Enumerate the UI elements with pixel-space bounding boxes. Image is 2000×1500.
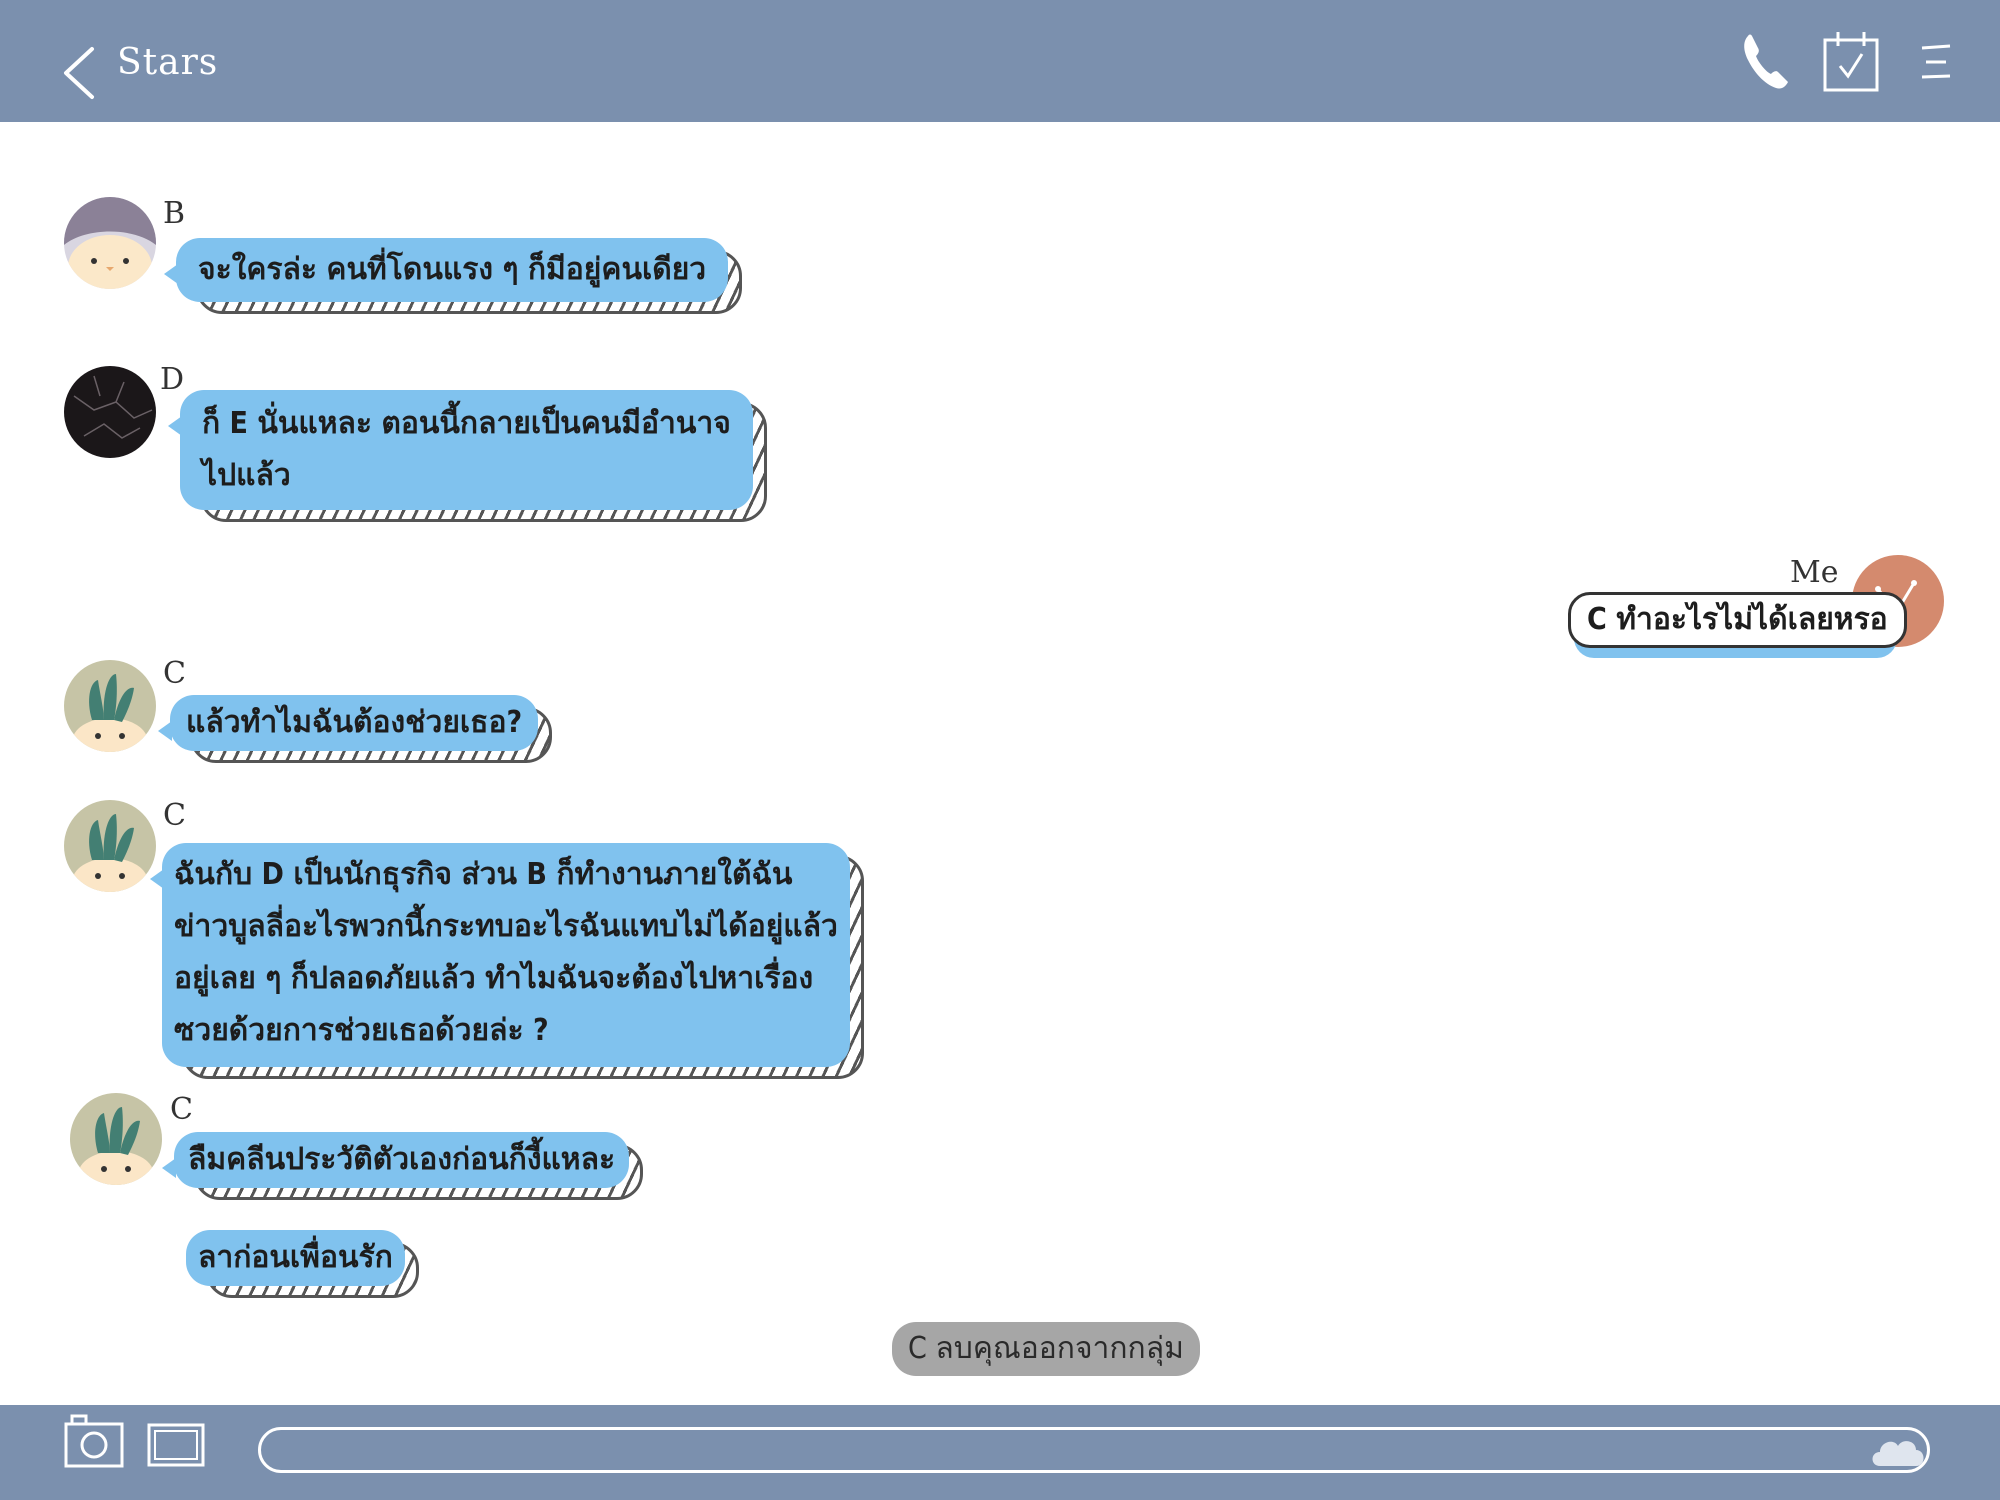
- message-text: จะใครล่ะ คนที่โดนแรง ๆ ก็มีอยู่คนเดียว: [163, 238, 729, 302]
- avatar-c[interactable]: [64, 660, 156, 752]
- message-text: แล้วทำไมฉันต้องช่วยเธอ?: [157, 695, 539, 751]
- avatar-c[interactable]: [64, 800, 156, 892]
- message-bubble[interactable]: จะใครล่ะ คนที่โดนแรง ๆ ก็มีอยู่คนเดียว: [163, 238, 743, 314]
- calendar-check-icon[interactable]: [1822, 28, 1880, 94]
- camera-icon[interactable]: [62, 1412, 126, 1470]
- chat-title: Stars: [117, 42, 219, 83]
- message-line: ก็ E นั่นแหละ ตอนนี้กลายเป็นคนมีอำนาจ: [202, 406, 731, 441]
- sprout-avatar-icon: [70, 1093, 162, 1185]
- sender-name: C: [170, 1092, 193, 1127]
- phone-icon[interactable]: [1740, 30, 1792, 92]
- message-line: ซวยด้วยการช่วยเธอด้วยล่ะ ?: [174, 1013, 549, 1048]
- sender-name: Me: [1790, 555, 1839, 590]
- message-bubble[interactable]: แล้วทำไมฉันต้องช่วยเธอ?: [157, 695, 553, 763]
- avatar-c[interactable]: [70, 1093, 162, 1185]
- system-notice: C ลบคุณออกจากกลุ่ม: [892, 1322, 1200, 1376]
- avatar-d[interactable]: [64, 366, 156, 458]
- message-line: C ทำอะไรไม่ได้เลยหรอ: [1587, 602, 1888, 637]
- message-text: C ทำอะไรไม่ได้เลยหรอ: [1568, 592, 1907, 648]
- message-line: ลืมคลีนประวัติตัวเองก่อนก็งี้แหละ: [188, 1142, 616, 1177]
- message-bubble-me[interactable]: C ทำอะไรไม่ได้เลยหรอ: [1568, 592, 1907, 658]
- message-text: ลืมคลีนประวัติตัวเองก่อนก็งี้แหละ: [161, 1132, 630, 1188]
- chevron-left-icon[interactable]: [60, 45, 100, 101]
- cloud-icon[interactable]: [1868, 1434, 1926, 1468]
- message-line: ลาก่อนเพื่อนรัก: [198, 1240, 393, 1275]
- message-bubble[interactable]: ก็ E นั่นแหละ ตอนนี้กลายเป็นคนมีอำนาจ ไป…: [168, 390, 767, 522]
- message-line: แล้วทำไมฉันต้องช่วยเธอ?: [186, 705, 523, 740]
- message-line: ฉันกับ D เป็นนักธุรกิจ ส่วน B ก็ทำงานภาย…: [174, 857, 793, 892]
- message-line: ไปแล้ว: [202, 458, 291, 493]
- image-icon[interactable]: [146, 1422, 206, 1468]
- avatar-b[interactable]: [64, 197, 156, 289]
- message-text: ลาก่อนเพื่อนรัก: [186, 1230, 405, 1286]
- message-line: อยู่เลย ๆ ก็ปลอดภัยแล้ว ทำไมฉันจะต้องไปห…: [174, 961, 814, 996]
- owl-avatar-icon: [64, 197, 156, 289]
- sender-name: C: [163, 798, 186, 833]
- hamburger-menu-icon[interactable]: [1918, 42, 1954, 82]
- message-bubble[interactable]: ฉันกับ D เป็นนักธุรกิจ ส่วน B ก็ทำงานภาย…: [150, 843, 864, 1079]
- sender-name: B: [163, 196, 186, 231]
- sprout-avatar-icon: [64, 660, 156, 752]
- message-bubble[interactable]: ลาก่อนเพื่อนรัก: [186, 1230, 419, 1298]
- message-line: ข่าวบูลลี่อะไรพวกนี้กระทบอะไรฉันแทบไม่ได…: [174, 909, 838, 944]
- message-text: ฉันกับ D เป็นนักธุรกิจ ส่วน B ก็ทำงานภาย…: [150, 843, 850, 1067]
- message-line: จะใครล่ะ คนที่โดนแรง ๆ ก็มีอยู่คนเดียว: [198, 252, 707, 287]
- marble-avatar-icon: [64, 366, 156, 458]
- chat-header: Stars: [0, 0, 2000, 122]
- message-bubble[interactable]: ลืมคลีนประวัติตัวเองก่อนก็งี้แหละ: [161, 1132, 644, 1200]
- sender-name: C: [163, 656, 186, 691]
- message-input[interactable]: [258, 1427, 1930, 1473]
- message-text: ก็ E นั่นแหละ ตอนนี้กลายเป็นคนมีอำนาจ ไป…: [168, 390, 753, 510]
- sprout-avatar-icon: [64, 800, 156, 892]
